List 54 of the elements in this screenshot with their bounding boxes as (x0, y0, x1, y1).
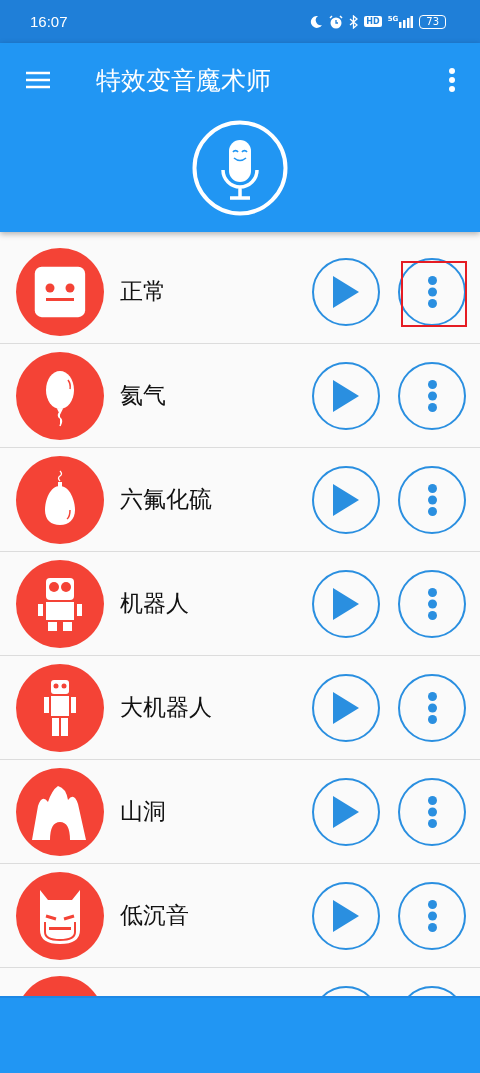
clock-time: 16:07 (30, 13, 68, 30)
robot-icon (16, 559, 104, 648)
more-options-button[interactable] (398, 673, 466, 742)
balloon-icon (16, 455, 104, 544)
play-button[interactable] (312, 465, 380, 534)
overflow-menu-button[interactable] (448, 68, 456, 92)
signal-icon (399, 15, 414, 28)
bluetooth-icon (349, 14, 359, 29)
more-icon (427, 275, 437, 308)
effect-name: 正常 (120, 277, 166, 306)
play-button[interactable] (312, 881, 380, 950)
play-button[interactable] (312, 257, 380, 326)
play-button[interactable] (312, 777, 380, 846)
mask-icon (16, 871, 104, 960)
moon-icon (310, 15, 324, 28)
play-icon (333, 795, 359, 828)
more-icon (427, 587, 437, 620)
effect-name: 六氟化硫 (120, 485, 212, 514)
more-options-button[interactable] (398, 777, 466, 846)
more-icon (427, 379, 437, 412)
robot-icon (16, 663, 104, 752)
play-icon (333, 899, 359, 932)
menu-button[interactable] (26, 71, 50, 89)
more-icon (427, 691, 437, 724)
more-icon (427, 795, 437, 828)
play-button[interactable] (312, 361, 380, 430)
more-options-button[interactable] (398, 881, 466, 950)
effect-name: 山洞 (120, 797, 166, 826)
play-icon (333, 587, 359, 620)
play-icon (333, 691, 359, 724)
battery-level: 73 (419, 14, 446, 29)
menu-icon (26, 71, 50, 89)
effect-name: 大机器人 (120, 693, 212, 722)
more-icon (427, 483, 437, 516)
microphone-icon[interactable] (192, 120, 288, 216)
balloon-icon (16, 351, 104, 440)
play-icon (333, 275, 359, 308)
app-title: 特效变音魔术师 (96, 64, 271, 97)
cave-icon (16, 767, 104, 856)
play-icon (333, 483, 359, 516)
more-icon (448, 68, 456, 92)
hd-badge: HD (364, 16, 382, 27)
effect-name: 机器人 (120, 589, 189, 618)
alarm-icon (329, 14, 344, 29)
more-options-button[interactable] (398, 465, 466, 534)
play-icon (333, 379, 359, 412)
play-button[interactable] (312, 673, 380, 742)
effect-name: 低沉音 (120, 901, 189, 930)
play-button[interactable] (312, 569, 380, 638)
effect-name: 氦气 (120, 381, 166, 410)
more-icon (427, 899, 437, 932)
robot-face-icon (16, 247, 104, 336)
more-options-button[interactable] (398, 569, 466, 638)
more-options-button[interactable] (398, 361, 466, 430)
